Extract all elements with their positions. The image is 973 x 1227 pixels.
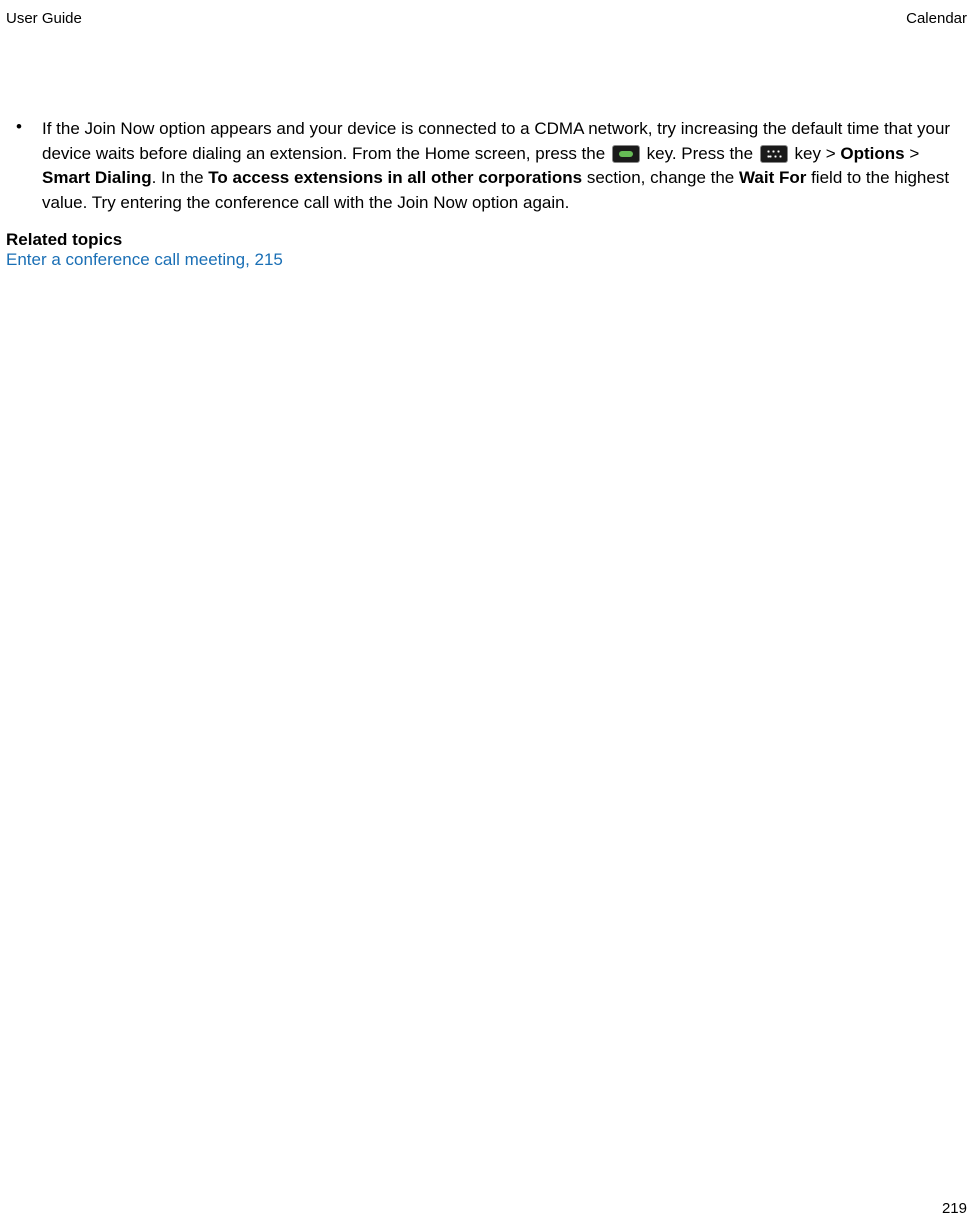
bullet-marker: • bbox=[6, 117, 42, 216]
page-header: User Guide Calendar bbox=[4, 10, 969, 27]
text-segment-2: key. Press the bbox=[642, 144, 758, 163]
related-topics-heading: Related topics bbox=[6, 230, 967, 250]
menu-key-icon bbox=[760, 145, 788, 163]
text-segment-6: section, change the bbox=[582, 168, 739, 187]
page-content: • If the Join Now option appears and you… bbox=[4, 117, 969, 270]
to-access-bold: To access extensions in all other corpor… bbox=[208, 168, 582, 187]
related-topic-link[interactable]: Enter a conference call meeting, 215 bbox=[6, 250, 967, 270]
wait-for-bold: Wait For bbox=[739, 168, 806, 187]
text-segment-3: key > bbox=[790, 144, 841, 163]
bullet-text: If the Join Now option appears and your … bbox=[42, 117, 967, 216]
header-right-text: Calendar bbox=[906, 10, 967, 27]
options-bold: Options bbox=[840, 144, 904, 163]
smart-dialing-bold: Smart Dialing bbox=[42, 168, 152, 187]
send-key-icon bbox=[612, 145, 640, 163]
page-number: 219 bbox=[942, 1200, 967, 1217]
header-left-text: User Guide bbox=[6, 10, 82, 27]
bullet-item: • If the Join Now option appears and you… bbox=[6, 117, 967, 216]
text-segment-5: . In the bbox=[152, 168, 209, 187]
text-segment-4: > bbox=[905, 144, 920, 163]
